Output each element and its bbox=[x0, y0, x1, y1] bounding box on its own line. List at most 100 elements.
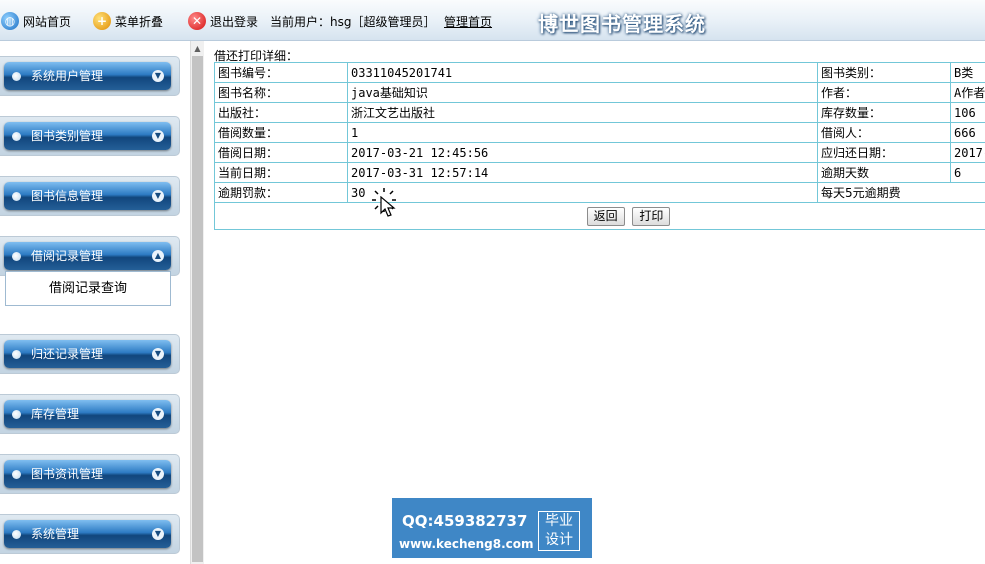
menu-toggle-link[interactable]: 菜单折叠 bbox=[115, 14, 163, 30]
sidebar-item-label: 系统管理 bbox=[31, 527, 80, 541]
field-value: 03311045201741 bbox=[347, 62, 818, 83]
sidebar-item-label: 图书资讯管理 bbox=[31, 467, 104, 481]
sidebar-item-book-news: 图书资讯管理 ▼ bbox=[0, 454, 180, 494]
fine-note: 每天5元逾期费 bbox=[817, 182, 985, 203]
inventory-button[interactable]: 库存管理 ▼ bbox=[4, 400, 171, 428]
chevron-down-icon: ▼ bbox=[152, 348, 164, 360]
book-categories-button[interactable]: 图书类别管理 ▼ bbox=[4, 122, 171, 150]
field-label: 逾期罚款： bbox=[214, 182, 348, 203]
table-row: 当前日期： 2017-03-31 12:57:14 逾期天数 6 bbox=[214, 162, 985, 183]
scroll-thumb[interactable] bbox=[192, 56, 203, 562]
action-cell: 返回 打印 bbox=[214, 202, 985, 230]
current-user-label: 当前用户：hsg［超级管理员］ bbox=[270, 15, 436, 29]
field-value: 30 bbox=[347, 182, 818, 203]
logout-link[interactable]: 退出登录 bbox=[210, 14, 258, 30]
bullet-icon bbox=[12, 192, 21, 201]
watermark-badge-line1: 毕业 bbox=[545, 513, 573, 529]
borrow-records-button[interactable]: 借阅记录管理 ▲ bbox=[4, 242, 171, 270]
field-label: 图书编号： bbox=[214, 62, 348, 83]
chevron-down-icon: ▼ bbox=[152, 70, 164, 82]
table-row: 图书名称： java基础知识 作者： A作者 bbox=[214, 82, 985, 103]
table-row: 图书编号： 03311045201741 图书类别： B类 bbox=[214, 62, 985, 83]
system-button[interactable]: 系统管理 ▼ bbox=[4, 520, 171, 548]
system-users-button[interactable]: 系统用户管理 ▼ bbox=[4, 62, 171, 90]
field-value: java基础知识 bbox=[347, 82, 818, 103]
field-value: 2017-03-31 12:57:14 bbox=[347, 162, 818, 183]
globe-icon[interactable]: ◍ bbox=[1, 12, 19, 30]
bullet-icon bbox=[12, 132, 21, 141]
site-home-link[interactable]: 网站首页 bbox=[23, 14, 71, 30]
sidebar-item-label: 图书类别管理 bbox=[31, 129, 104, 143]
vertical-scrollbar[interactable]: ▲ bbox=[190, 41, 204, 564]
field-label: 库存数量： bbox=[817, 102, 951, 123]
field-value: 1 bbox=[347, 122, 818, 143]
mouse-pointer-icon bbox=[380, 196, 396, 217]
bullet-icon bbox=[12, 530, 21, 539]
sidebar-item-borrow-records: 借阅记录管理 ▲ bbox=[0, 236, 180, 276]
field-value: 2017-0 bbox=[950, 142, 985, 163]
watermark-qq: QQ:459382737 bbox=[402, 512, 528, 530]
field-label: 应归还日期： bbox=[817, 142, 951, 163]
bullet-icon bbox=[12, 252, 21, 261]
chevron-up-icon: ▲ bbox=[152, 250, 164, 262]
sidebar-item-label: 系统用户管理 bbox=[31, 69, 104, 83]
sidebar-item-return-records: 归还记录管理 ▼ bbox=[0, 334, 180, 374]
field-label: 出版社： bbox=[214, 102, 348, 123]
book-info-button[interactable]: 图书信息管理 ▼ bbox=[4, 182, 171, 210]
table-row: 逾期罚款： 30 每天5元逾期费 bbox=[214, 182, 985, 203]
sidebar-item-system-users: 系统用户管理 ▼ bbox=[0, 56, 180, 96]
detail-table: 图书编号： 03311045201741 图书类别： B类 图书名称： java… bbox=[214, 62, 985, 230]
field-value: 106 bbox=[950, 102, 985, 123]
sidebar-item-label: 归还记录管理 bbox=[31, 347, 104, 361]
watermark-badge: 毕业 设计 bbox=[538, 511, 580, 551]
close-circle-icon[interactable]: ✕ bbox=[188, 12, 206, 30]
field-value: 666 bbox=[950, 122, 985, 143]
field-value: 浙江文艺出版社 bbox=[347, 102, 818, 123]
field-label: 逾期天数 bbox=[817, 162, 951, 183]
field-label: 借阅日期： bbox=[214, 142, 348, 163]
field-value: B类 bbox=[950, 62, 985, 83]
bullet-icon bbox=[12, 470, 21, 479]
bullet-icon bbox=[12, 72, 21, 81]
watermark-site: www.kecheng8.com bbox=[399, 537, 534, 551]
sidebar-item-inventory: 库存管理 ▼ bbox=[0, 394, 180, 434]
top-bar: ◍ 网站首页 + 菜单折叠 ✕ 退出登录 当前用户：hsg［超级管理员］ 管理首… bbox=[0, 0, 985, 41]
chevron-down-icon: ▼ bbox=[152, 408, 164, 420]
sidebar: 系统用户管理 ▼ 图书类别管理 ▼ 图书信息管理 ▼ 借阅记录管理 ▲ 借阅记录… bbox=[0, 41, 190, 564]
plus-circle-icon[interactable]: + bbox=[93, 12, 111, 30]
field-value: A作者 bbox=[950, 82, 985, 103]
scroll-up-arrow-icon[interactable]: ▲ bbox=[191, 41, 204, 55]
admin-home-link[interactable]: 管理首页 bbox=[444, 14, 492, 30]
system-title: 博世图书管理系统 bbox=[538, 12, 706, 36]
chevron-down-icon: ▼ bbox=[152, 190, 164, 202]
table-row: 借阅日期： 2017-03-21 12:45:56 应归还日期： 2017-0 bbox=[214, 142, 985, 163]
field-value: 6 bbox=[950, 162, 985, 183]
field-label: 作者： bbox=[817, 82, 951, 103]
field-label: 当前日期： bbox=[214, 162, 348, 183]
field-value: 2017-03-21 12:45:56 bbox=[347, 142, 818, 163]
return-records-button[interactable]: 归还记录管理 ▼ bbox=[4, 340, 171, 368]
chevron-down-icon: ▼ bbox=[152, 528, 164, 540]
field-label: 借阅人： bbox=[817, 122, 951, 143]
submenu-borrow-record-query[interactable]: 借阅记录查询 bbox=[5, 271, 171, 306]
print-button[interactable]: 打印 bbox=[632, 206, 671, 226]
field-label: 借阅数量： bbox=[214, 122, 348, 143]
watermark-banner: QQ:459382737 www.kecheng8.com 毕业 设计 bbox=[392, 498, 592, 558]
sidebar-item-system: 系统管理 ▼ bbox=[0, 514, 180, 554]
bullet-icon bbox=[12, 410, 21, 419]
sidebar-item-label: 库存管理 bbox=[31, 407, 80, 421]
sidebar-item-book-info: 图书信息管理 ▼ bbox=[0, 176, 180, 216]
watermark-badge-line2: 设计 bbox=[545, 532, 573, 548]
table-row: 出版社： 浙江文艺出版社 库存数量： 106 bbox=[214, 102, 985, 123]
sidebar-item-label: 借阅记录管理 bbox=[31, 249, 104, 263]
chevron-down-icon: ▼ bbox=[152, 130, 164, 142]
chevron-down-icon: ▼ bbox=[152, 468, 164, 480]
field-label: 图书名称： bbox=[214, 82, 348, 103]
action-row: 返回 打印 bbox=[214, 202, 985, 230]
back-button[interactable]: 返回 bbox=[586, 206, 625, 226]
book-news-button[interactable]: 图书资讯管理 ▼ bbox=[4, 460, 171, 488]
bullet-icon bbox=[12, 350, 21, 359]
field-label: 图书类别： bbox=[817, 62, 951, 83]
sidebar-item-book-categories: 图书类别管理 ▼ bbox=[0, 116, 180, 156]
table-row: 借阅数量： 1 借阅人： 666 bbox=[214, 122, 985, 143]
